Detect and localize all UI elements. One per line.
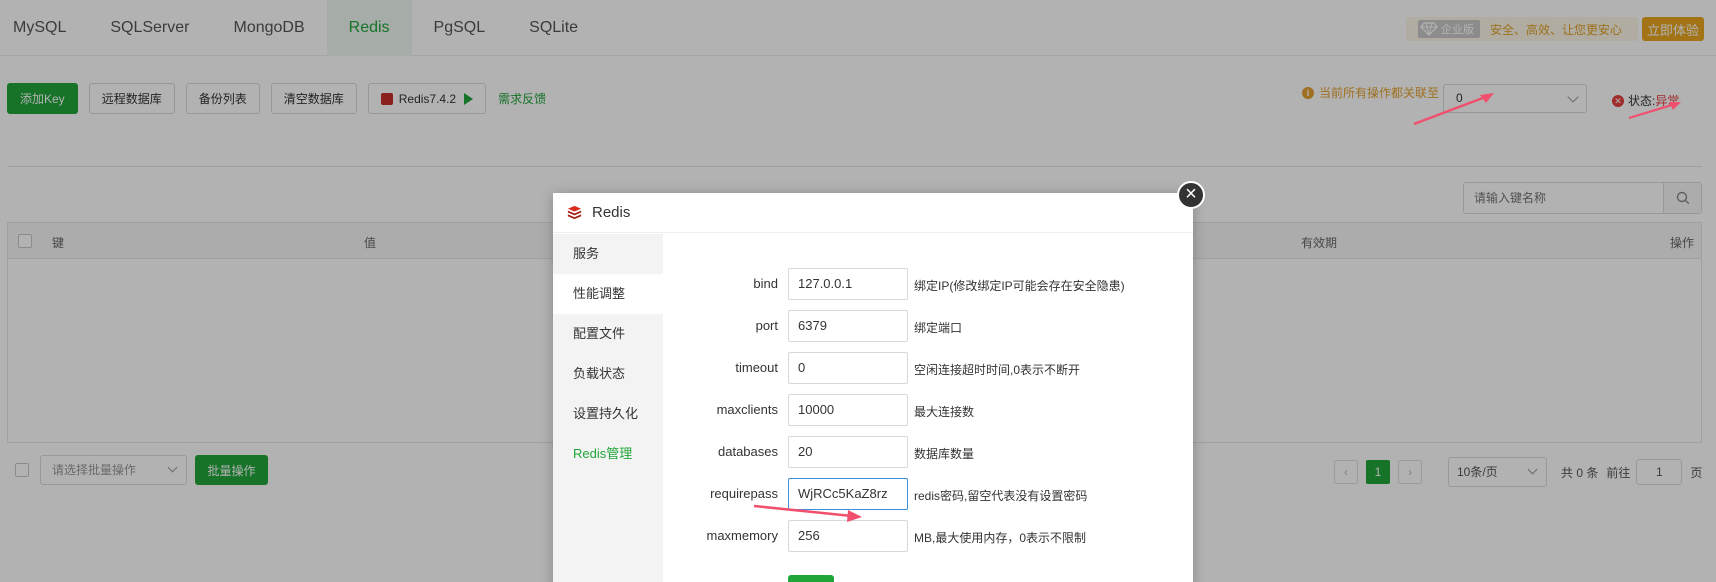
field-description: 最大连接数 (914, 405, 975, 419)
field-timeout: timeout 0 空闲连接超时时间,0表示不断开 (663, 352, 1183, 384)
nav-performance[interactable]: 性能调整 (553, 274, 663, 314)
databases-input[interactable]: 20 (788, 436, 908, 468)
nav-config-file[interactable]: 配置文件 (553, 314, 663, 354)
field-description: 绑定端口 (914, 321, 963, 335)
field-label: maxmemory (706, 528, 778, 543)
redis-settings-dialog: Redis 服务 性能调整 配置文件 负载状态 设置持久化 Redis管理 bi… (553, 193, 1193, 582)
field-description: MB,最大使用内存，0表示不限制 (914, 531, 1087, 545)
field-databases: databases 20 数据库数量 (663, 436, 1183, 468)
field-description: 空闲连接超时时间,0表示不断开 (914, 363, 1081, 377)
redis-logo-icon (567, 205, 582, 220)
bind-input[interactable]: 127.0.0.1 (788, 268, 908, 300)
dialog-title: Redis (592, 204, 631, 221)
field-bind: bind 127.0.0.1 绑定IP(修改绑定IP可能会存在安全隐患) (663, 268, 1183, 300)
field-description: redis密码,留空代表没有设置密码 (914, 489, 1088, 503)
nav-redis-manage[interactable]: Redis管理 (553, 434, 663, 474)
field-label: bind (753, 276, 778, 291)
maxclients-input[interactable]: 10000 (788, 394, 908, 426)
field-requirepass: requirepass WjRCc5KaZ8rz redis密码,留空代表没有设… (663, 478, 1183, 510)
dialog-header: Redis (553, 193, 1193, 233)
nav-persistence[interactable]: 设置持久化 (553, 394, 663, 434)
field-label: port (755, 318, 778, 333)
field-label: maxclients (716, 402, 778, 417)
field-port: port 6379 绑定端口 (663, 310, 1183, 342)
field-maxclients: maxclients 10000 最大连接数 (663, 394, 1183, 426)
requirepass-input[interactable]: WjRCc5KaZ8rz (788, 478, 908, 510)
dialog-sidebar: 服务 性能调整 配置文件 负载状态 设置持久化 Redis管理 (553, 234, 663, 582)
port-input[interactable]: 6379 (788, 310, 908, 342)
close-icon[interactable]: × (1177, 181, 1205, 209)
maxmemory-input[interactable]: 256 (788, 520, 908, 552)
field-label: databases (718, 444, 778, 459)
nav-service[interactable]: 服务 (553, 234, 663, 274)
save-button[interactable] (788, 575, 834, 582)
field-label: requirepass (710, 486, 778, 501)
field-description: 数据库数量 (914, 447, 975, 461)
timeout-input[interactable]: 0 (788, 352, 908, 384)
field-maxmemory: maxmemory 256 MB,最大使用内存，0表示不限制 (663, 520, 1183, 552)
field-description: 绑定IP(修改绑定IP可能会存在安全隐患) (914, 279, 1125, 293)
nav-load-status[interactable]: 负载状态 (553, 354, 663, 394)
field-label: timeout (735, 360, 778, 375)
